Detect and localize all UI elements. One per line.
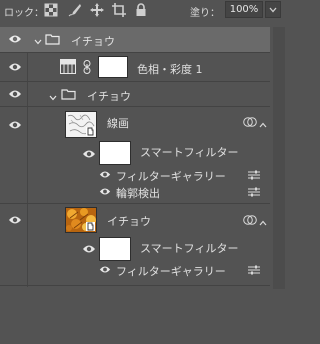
folder-icon	[45, 33, 60, 48]
fill-input[interactable]: 100%	[225, 1, 263, 18]
filter-name: フィルターギャラリー	[116, 265, 226, 278]
filter-edge-detect[interactable]: 輪郭検出	[0, 184, 270, 201]
layer-name: イチョウ	[87, 90, 131, 103]
layer-ginkgo[interactable]: イチョウ	[0, 204, 270, 236]
visibility-eye-icon[interactable]	[99, 170, 113, 180]
hue-saturation-adjustment-icon	[60, 59, 76, 77]
fill-dropdown-button[interactable]	[265, 1, 281, 18]
layers-scrollbar[interactable]	[273, 27, 285, 289]
lock-all-icon[interactable]	[134, 3, 148, 17]
lock-bar: ロック： 塗り： 100%	[0, 0, 285, 22]
smart-object-badge-icon	[86, 127, 95, 136]
filter-gallery-line[interactable]: フィルターギャラリー	[0, 167, 270, 184]
filter-blending-options-icon[interactable]	[248, 170, 260, 183]
visibility-eye-icon[interactable]	[99, 187, 113, 197]
layer-name: 色相・彩度 1	[137, 63, 203, 76]
filter-name: 輪郭検出	[116, 187, 160, 200]
smart-filter-ginkgo[interactable]: スマートフィルター	[0, 236, 270, 262]
filter-name: フィルターギャラリー	[116, 170, 226, 183]
smart-filter-options-icon[interactable]	[243, 116, 257, 131]
chain-link-icon[interactable]	[83, 60, 91, 77]
lock-image-pixels-icon[interactable]	[68, 3, 82, 17]
filter-blending-options-icon[interactable]	[248, 265, 260, 278]
layer-name: イチョウ	[71, 35, 115, 48]
visibility-eye-icon[interactable]	[8, 215, 22, 225]
visibility-eye-icon[interactable]	[82, 149, 96, 159]
filter-gallery-ginkgo[interactable]: フィルターギャラリー	[0, 262, 270, 279]
ginkgo-thumbnail[interactable]	[65, 207, 97, 233]
visibility-eye-icon[interactable]	[8, 89, 22, 99]
layer-group-ichou[interactable]: イチョウ	[0, 27, 270, 52]
smart-filter-options-icon[interactable]	[243, 214, 257, 229]
fill-label: 塗り：	[190, 8, 220, 19]
collapse-chevron-up-icon[interactable]	[259, 118, 267, 131]
visibility-eye-icon[interactable]	[82, 244, 96, 254]
layer-name: 線画	[107, 117, 129, 130]
layer-name: イチョウ	[107, 215, 151, 228]
smart-object-badge-icon	[86, 222, 95, 231]
lock-artboard-icon[interactable]	[112, 3, 126, 17]
filter-blending-options-icon[interactable]	[248, 187, 260, 200]
smart-filter-label: スマートフィルター	[140, 146, 239, 159]
layer-mask-thumbnail[interactable]	[98, 56, 128, 78]
lock-transparency-icon[interactable]	[44, 3, 58, 17]
layer-line-art[interactable]: 線画	[0, 107, 270, 143]
smart-filter-line[interactable]: スマートフィルター	[0, 141, 270, 167]
collapse-chevron-icon[interactable]	[49, 91, 57, 104]
visibility-eye-icon[interactable]	[8, 62, 22, 72]
lock-label: ロック：	[4, 8, 44, 19]
visibility-eye-icon[interactable]	[99, 265, 113, 275]
layer-group-ichou-sub[interactable]: イチョウ	[0, 82, 270, 106]
layers-panel: イチョウ 色相・彩度 1 イチョウ 線画 スマートフィルター フィルターギャラリ…	[0, 27, 285, 344]
smart-filter-mask-thumbnail[interactable]	[99, 237, 131, 261]
visibility-eye-icon[interactable]	[8, 34, 22, 44]
collapse-chevron-icon[interactable]	[34, 35, 42, 48]
layer-hue-saturation[interactable]: 色相・彩度 1	[0, 53, 270, 81]
lock-position-icon[interactable]	[90, 3, 104, 17]
collapse-chevron-up-icon[interactable]	[259, 216, 267, 229]
smart-filter-label: スマートフィルター	[140, 242, 239, 255]
smart-filter-mask-thumbnail[interactable]	[99, 141, 131, 165]
line-art-thumbnail[interactable]	[65, 111, 97, 138]
visibility-eye-icon[interactable]	[8, 120, 22, 130]
chevron-down-icon	[269, 7, 277, 13]
folder-icon	[61, 88, 76, 103]
